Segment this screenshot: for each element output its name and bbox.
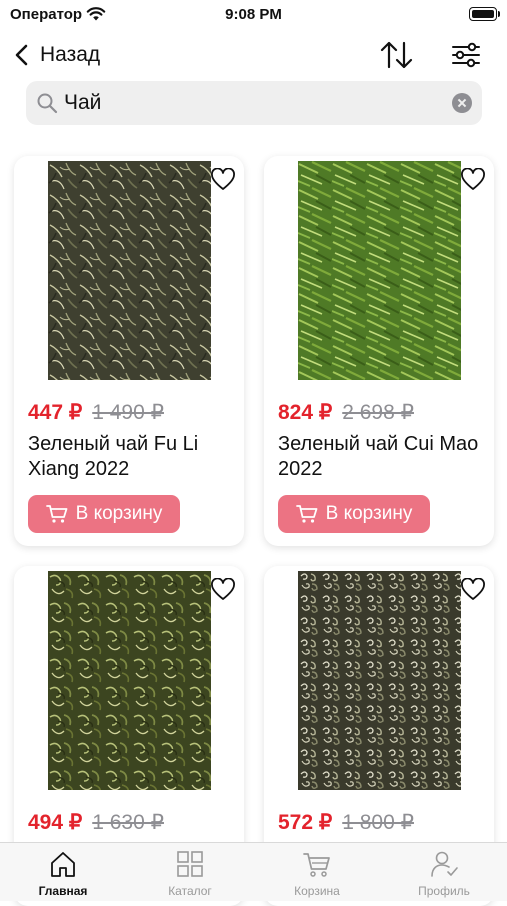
product-image xyxy=(48,161,211,380)
product-card[interactable]: 447 ₽ 1 490 ₽ Зеленый чай Fu Li Xiang 202… xyxy=(14,156,244,546)
tab-label: Каталог xyxy=(168,884,212,898)
price-row: 447 ₽ 1 490 ₽ xyxy=(28,400,164,425)
search-input[interactable] xyxy=(64,89,434,117)
product-image xyxy=(298,161,461,380)
old-price: 1 800 ₽ xyxy=(342,811,414,834)
old-price: 1 490 ₽ xyxy=(92,401,164,424)
cart-icon xyxy=(295,505,318,523)
back-label: Назад xyxy=(40,43,101,66)
grid-icon xyxy=(177,851,203,877)
tab-catalog[interactable]: Каталог xyxy=(127,843,253,901)
sort-icon[interactable] xyxy=(378,38,416,72)
battery-icon xyxy=(469,7,500,21)
heart-icon[interactable] xyxy=(210,168,236,192)
heart-icon[interactable] xyxy=(460,168,486,192)
home-icon xyxy=(51,852,75,877)
profile-icon xyxy=(431,851,458,877)
add-to-cart-button[interactable]: В корзину xyxy=(28,495,180,533)
current-price: 447 ₽ xyxy=(28,401,83,424)
tab-label: Корзина xyxy=(294,884,340,898)
current-price: 494 ₽ xyxy=(28,811,83,834)
cart-icon xyxy=(45,505,68,523)
clear-search-icon[interactable] xyxy=(452,93,472,113)
old-price: 2 698 ₽ xyxy=(342,401,414,424)
tab-home[interactable]: Главная xyxy=(0,843,126,901)
tab-label: Профиль xyxy=(418,884,470,898)
heart-icon[interactable] xyxy=(460,578,486,602)
product-image xyxy=(48,571,211,790)
heart-icon[interactable] xyxy=(210,578,236,602)
current-price: 824 ₽ xyxy=(278,401,333,424)
search-bar xyxy=(26,81,482,125)
status-bar: Оператор 9:08 PM xyxy=(0,0,507,30)
add-to-cart-button[interactable]: В корзину xyxy=(278,495,430,533)
product-name: Зеленый чай Cui Mao 2022 xyxy=(278,433,479,480)
tab-bar: Главная Каталог Корзина Профиль xyxy=(0,842,507,901)
chevron-left-icon xyxy=(15,44,28,66)
tab-label: Главная xyxy=(38,884,88,898)
product-card[interactable]: 824 ₽ 2 698 ₽ Зеленый чай Cui Mao 2022 В … xyxy=(264,156,494,546)
current-price: 572 ₽ xyxy=(278,811,333,834)
filter-icon[interactable] xyxy=(447,38,485,72)
cart-icon xyxy=(303,853,330,877)
price-row: 494 ₽ 1 630 ₽ xyxy=(28,810,164,835)
tab-cart[interactable]: Корзина xyxy=(254,843,380,901)
product-image xyxy=(298,571,461,790)
search-icon xyxy=(37,93,58,114)
navigation-bar: Назад xyxy=(0,34,507,74)
product-name: Зеленый чай Fu Li Xiang 2022 xyxy=(28,433,199,480)
tab-profile[interactable]: Профиль xyxy=(381,843,507,901)
price-row: 824 ₽ 2 698 ₽ xyxy=(278,400,414,425)
add-to-cart-label: В корзину xyxy=(75,503,163,524)
add-to-cart-label: В корзину xyxy=(325,503,413,524)
old-price: 1 630 ₽ xyxy=(92,811,164,834)
back-button[interactable]: Назад xyxy=(12,38,100,72)
clock: 9:08 PM xyxy=(225,6,282,23)
price-row: 572 ₽ 1 800 ₽ xyxy=(278,810,414,835)
